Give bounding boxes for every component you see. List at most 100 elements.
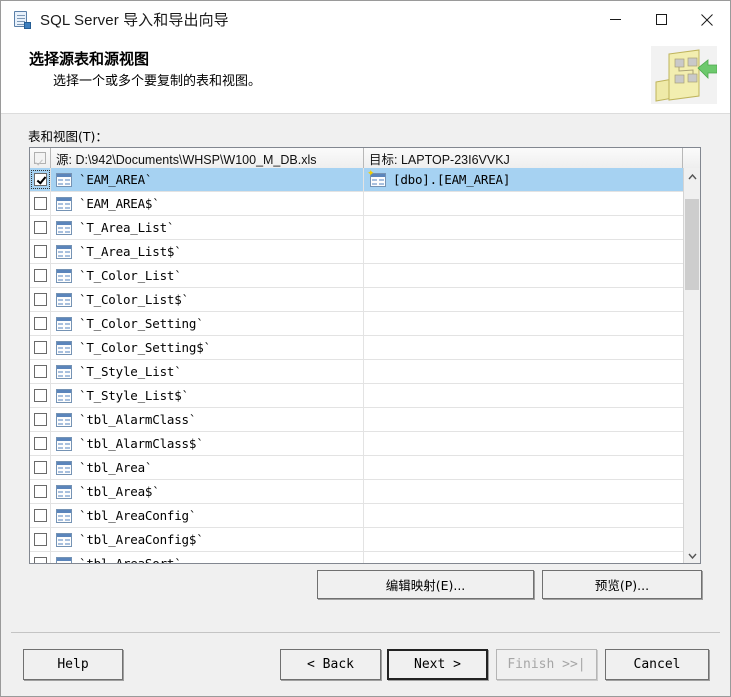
row-checkbox-cell[interactable] [30, 528, 51, 551]
next-button[interactable]: Next > [387, 649, 488, 680]
row-source-cell[interactable]: `EAM_AREA` [51, 168, 364, 191]
table-row[interactable]: `T_Color_Setting$` [30, 336, 685, 360]
row-checkbox-cell[interactable] [30, 384, 51, 407]
row-checkbox[interactable] [33, 245, 47, 258]
row-destination-cell[interactable] [364, 264, 685, 287]
select-all-header-cell[interactable] [30, 148, 51, 168]
row-destination-cell[interactable] [364, 432, 685, 455]
row-source-cell[interactable]: `tbl_AreaSort` [51, 552, 364, 563]
table-row[interactable]: `EAM_AREA` ✦ [dbo].[EAM_AREA] [30, 168, 685, 192]
scroll-down-button[interactable] [684, 547, 700, 563]
row-destination-cell[interactable] [364, 216, 685, 239]
row-checkbox-cell[interactable] [30, 168, 51, 191]
row-checkbox-cell[interactable] [30, 552, 51, 563]
row-checkbox[interactable] [33, 221, 47, 234]
row-destination-cell[interactable] [364, 528, 685, 551]
preview-button[interactable]: 预览(P)... [542, 570, 702, 599]
row-destination-cell[interactable] [364, 504, 685, 527]
row-checkbox[interactable] [33, 389, 47, 402]
edit-mappings-button[interactable]: 编辑映射(E)... [317, 570, 534, 599]
table-row[interactable]: `tbl_AreaConfig$` [30, 528, 685, 552]
table-row[interactable]: `T_Color_List` [30, 264, 685, 288]
row-source-cell[interactable]: `T_Color_Setting` [51, 312, 364, 335]
table-row[interactable]: `T_Style_List$` [30, 384, 685, 408]
row-checkbox-cell[interactable] [30, 360, 51, 383]
row-destination-cell[interactable]: ✦ [dbo].[EAM_AREA] [364, 168, 685, 191]
help-button[interactable]: Help [23, 649, 123, 680]
row-destination-cell[interactable] [364, 360, 685, 383]
row-source-cell[interactable]: `tbl_AreaConfig$` [51, 528, 364, 551]
row-source-cell[interactable]: `tbl_AlarmClass` [51, 408, 364, 431]
row-checkbox-cell[interactable] [30, 480, 51, 503]
table-row[interactable]: `tbl_Area` [30, 456, 685, 480]
row-checkbox[interactable] [33, 365, 47, 378]
table-row[interactable]: `EAM_AREA$` [30, 192, 685, 216]
table-row[interactable]: `T_Color_Setting` [30, 312, 685, 336]
row-checkbox[interactable] [33, 461, 47, 474]
row-checkbox-cell[interactable] [30, 456, 51, 479]
table-row[interactable]: `tbl_AlarmClass` [30, 408, 685, 432]
row-checkbox[interactable] [33, 485, 47, 498]
row-destination-cell[interactable] [364, 480, 685, 503]
table-row[interactable]: `T_Area_List$` [30, 240, 685, 264]
row-source-cell[interactable]: `T_Color_List` [51, 264, 364, 287]
maximize-button[interactable] [638, 1, 684, 38]
row-source-cell[interactable]: `tbl_AreaConfig` [51, 504, 364, 527]
row-destination-cell[interactable] [364, 336, 685, 359]
row-destination-cell[interactable] [364, 192, 685, 215]
row-checkbox[interactable] [33, 269, 47, 282]
select-all-checkbox[interactable] [34, 152, 46, 164]
row-checkbox-cell[interactable] [30, 312, 51, 335]
row-source-cell[interactable]: `T_Area_List` [51, 216, 364, 239]
row-checkbox[interactable] [33, 437, 47, 450]
row-destination-cell[interactable] [364, 552, 685, 563]
row-source-cell[interactable]: `tbl_Area` [51, 456, 364, 479]
row-checkbox[interactable] [33, 509, 47, 522]
scroll-up-button[interactable] [684, 168, 700, 185]
table-row[interactable]: `tbl_AreaSort` [30, 552, 685, 563]
row-checkbox-cell[interactable] [30, 504, 51, 527]
row-checkbox[interactable] [33, 413, 47, 426]
row-destination-cell[interactable] [364, 456, 685, 479]
row-destination-cell[interactable] [364, 288, 685, 311]
row-destination-cell[interactable] [364, 408, 685, 431]
table-row[interactable]: `tbl_AreaConfig` [30, 504, 685, 528]
row-destination-cell[interactable] [364, 312, 685, 335]
table-row[interactable]: `tbl_AlarmClass$` [30, 432, 685, 456]
close-button[interactable] [684, 1, 730, 38]
row-checkbox-cell[interactable] [30, 240, 51, 263]
row-checkbox-cell[interactable] [30, 192, 51, 215]
row-checkbox-cell[interactable] [30, 408, 51, 431]
row-source-cell[interactable]: `tbl_AlarmClass$` [51, 432, 364, 455]
row-source-cell[interactable]: `T_Color_Setting$` [51, 336, 364, 359]
row-checkbox-cell[interactable] [30, 264, 51, 287]
row-checkbox[interactable] [33, 341, 47, 354]
row-source-cell[interactable]: `T_Style_List` [51, 360, 364, 383]
row-source-cell[interactable]: `T_Area_List$` [51, 240, 364, 263]
row-checkbox[interactable] [33, 533, 47, 546]
row-source-cell[interactable]: `tbl_Area$` [51, 480, 364, 503]
row-checkbox-cell[interactable] [30, 288, 51, 311]
destination-column-header[interactable]: 目标: LAPTOP-23I6VVKJ [364, 148, 683, 168]
scrollbar-thumb[interactable] [685, 199, 699, 290]
table-row[interactable]: `tbl_Area$` [30, 480, 685, 504]
table-row[interactable]: `T_Area_List` [30, 216, 685, 240]
source-column-header[interactable]: 源: D:\942\Documents\WHSP\W100_M_DB.xls [51, 148, 364, 168]
row-checkbox[interactable] [33, 197, 47, 210]
row-checkbox[interactable] [33, 557, 47, 563]
list-vertical-scrollbar[interactable] [683, 168, 700, 563]
tables-and-views-list[interactable]: 源: D:\942\Documents\WHSP\W100_M_DB.xls 目… [29, 147, 701, 564]
row-source-cell[interactable]: `T_Style_List$` [51, 384, 364, 407]
table-row[interactable]: `T_Color_List$` [30, 288, 685, 312]
table-row[interactable]: `T_Style_List` [30, 360, 685, 384]
row-source-cell[interactable]: `EAM_AREA$` [51, 192, 364, 215]
row-checkbox[interactable] [30, 170, 50, 189]
row-source-cell[interactable]: `T_Color_List$` [51, 288, 364, 311]
row-checkbox[interactable] [33, 293, 47, 306]
minimize-button[interactable] [592, 1, 638, 38]
row-checkbox-cell[interactable] [30, 336, 51, 359]
cancel-button[interactable]: Cancel [605, 649, 709, 680]
row-destination-cell[interactable] [364, 240, 685, 263]
row-checkbox-cell[interactable] [30, 216, 51, 239]
back-button[interactable]: < Back [280, 649, 381, 680]
